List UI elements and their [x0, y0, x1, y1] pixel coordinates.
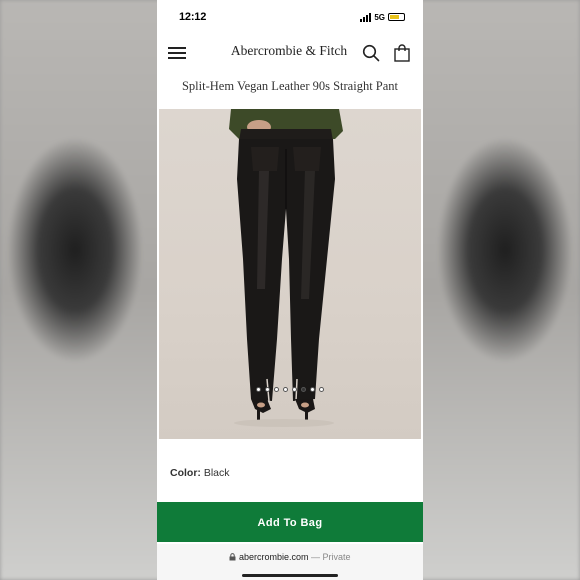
- private-label: — Private: [311, 552, 351, 562]
- menu-icon[interactable]: [168, 46, 186, 60]
- carousel-dot[interactable]: [265, 387, 270, 392]
- brand-logo[interactable]: Abercrombie & Fitch: [229, 43, 349, 59]
- status-icons: 5G: [360, 12, 405, 22]
- status-bar: 12:12 5G: [157, 0, 423, 34]
- phone-screen: 12:12 5G Abercrombie & Fitch Split-Hem V…: [157, 0, 423, 580]
- status-time: 12:12: [179, 11, 207, 23]
- carousel-dot[interactable]: [310, 387, 315, 392]
- signal-icon: [360, 12, 372, 22]
- add-to-bag-button[interactable]: Add To Bag: [157, 502, 423, 542]
- carousel-dot[interactable]: [274, 387, 279, 392]
- battery-icon: [388, 13, 405, 21]
- color-label: Color:: [170, 467, 201, 479]
- browser-url-bar[interactable]: abercrombie.com — Private: [157, 544, 423, 580]
- carousel-dots: [159, 387, 421, 392]
- search-icon[interactable]: [362, 44, 380, 62]
- url-display[interactable]: abercrombie.com — Private: [157, 552, 423, 562]
- site-header: Abercrombie & Fitch: [157, 34, 423, 74]
- carousel-dot[interactable]: [256, 387, 261, 392]
- network-label: 5G: [374, 12, 385, 22]
- carousel-dot[interactable]: [319, 387, 324, 392]
- product-image-carousel[interactable]: [159, 109, 421, 439]
- url-text: abercrombie.com: [238, 552, 309, 562]
- product-title: Split-Hem Vegan Leather 90s Straight Pan…: [181, 79, 399, 93]
- bag-icon[interactable]: [394, 44, 410, 62]
- carousel-dot-active[interactable]: [301, 387, 306, 392]
- color-selector: Color: Black: [170, 467, 230, 479]
- lock-icon: [229, 553, 236, 561]
- color-value: Black: [203, 467, 230, 479]
- carousel-dot[interactable]: [292, 387, 297, 392]
- home-indicator[interactable]: [242, 574, 338, 577]
- carousel-dot[interactable]: [283, 387, 288, 392]
